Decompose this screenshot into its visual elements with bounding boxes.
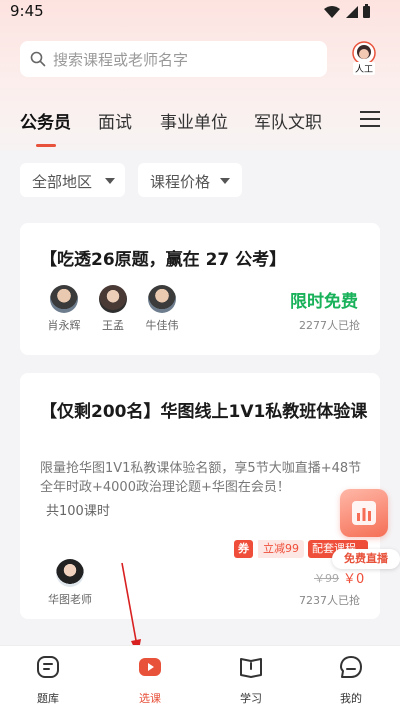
menu-icon[interactable] <box>360 110 380 128</box>
chevron-down-icon <box>105 178 115 184</box>
nav-profile[interactable]: 我的 <box>321 654 381 706</box>
nav-study[interactable]: 学习 <box>221 654 281 706</box>
battery-icon <box>363 4 370 18</box>
tab-interview[interactable]: 面试 <box>98 108 132 133</box>
free-live-float-button[interactable]: 免费直播 <box>332 489 400 573</box>
nav-label: 学习 <box>240 692 262 705</box>
search-icon <box>30 51 46 67</box>
free-price-label: 限时免费 <box>290 292 358 312</box>
course-description: 限量抢华图1V1私教课体验名额，享5节大咖直播+48节全年时政+4000政治理论… <box>40 461 362 495</box>
nav-label: 题库 <box>37 692 59 705</box>
status-icons <box>322 4 372 24</box>
nav-course-selection[interactable]: 选课 <box>120 654 180 706</box>
tab-public-institution[interactable]: 事业单位 <box>160 108 228 133</box>
bottom-navigation: 题库 选课 学习 我的 <box>0 645 400 710</box>
signal-icon <box>346 6 358 18</box>
play-course-icon <box>139 658 161 676</box>
price-filter-label: 课程价格 <box>150 173 211 191</box>
region-filter[interactable]: 全部地区 <box>20 163 125 197</box>
wifi-icon <box>324 6 340 18</box>
coupon-tag: 券 <box>234 540 253 558</box>
sold-count: 7237人已抢 <box>299 594 360 607</box>
search-input[interactable]: 搜索课程或老师名字 <box>20 41 327 77</box>
teacher-avatar <box>50 285 78 313</box>
search-placeholder: 搜索课程或老师名字 <box>53 51 189 69</box>
nav-label: 选课 <box>139 692 161 705</box>
sold-count: 2277人已抢 <box>299 319 360 332</box>
teacher-name: 华图老师 <box>48 593 92 606</box>
status-time: 9:45 <box>10 2 44 20</box>
teacher-avatar <box>148 285 176 313</box>
profile-icon <box>340 656 362 678</box>
tab-civil-servant[interactable]: 公务员 <box>20 108 71 133</box>
teacher: 华图老师 <box>40 559 100 607</box>
nav-question-bank[interactable]: 题库 <box>18 654 78 706</box>
teacher: 牛佳伟 <box>132 285 192 333</box>
book-icon <box>240 658 262 678</box>
price-filter[interactable]: 课程价格 <box>138 163 242 197</box>
course-title: 【吃透26原题，赢在 27 公考】 <box>40 250 287 270</box>
region-filter-label: 全部地区 <box>32 173 93 191</box>
teacher-avatar <box>56 559 84 587</box>
customer-service-button[interactable]: 人工 <box>349 41 379 75</box>
free-live-label: 免费直播 <box>332 549 400 569</box>
status-bar: 9:45 <box>0 0 400 24</box>
tab-military-civilian[interactable]: 军队文职 <box>254 108 322 133</box>
active-tab-indicator <box>36 144 56 147</box>
coupon-discount: 立减99 <box>258 540 304 558</box>
teacher-name: 牛佳伟 <box>145 319 179 332</box>
course-hours: 共100课时 <box>46 504 110 519</box>
live-chart-icon <box>340 489 388 537</box>
question-bank-icon <box>37 656 59 678</box>
teacher-avatar <box>99 285 127 313</box>
course-title: 【仅剩200名】华图线上1V1私教班体验课 <box>40 402 368 422</box>
chevron-down-icon <box>220 178 230 184</box>
customer-service-label: 人工 <box>353 62 376 75</box>
nav-label: 我的 <box>340 692 362 705</box>
category-tabs: 公务员 面试 事业单位 军队文职 <box>0 108 400 148</box>
